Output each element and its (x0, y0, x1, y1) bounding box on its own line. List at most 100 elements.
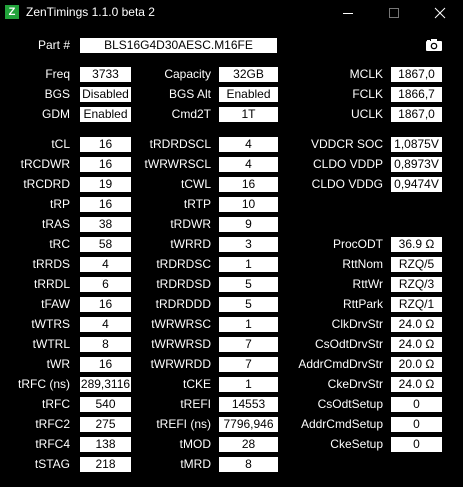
col3a-value: 0,9474V (391, 177, 442, 192)
col1-value: 58 (80, 237, 131, 252)
col3a-label: VDDCR SOC (310, 137, 383, 151)
col3b-label: CkeDrvStr (327, 377, 383, 391)
col1-label: tCL (51, 137, 70, 151)
part-number-label: Part # (37, 38, 70, 52)
col3a-value: 1,0875V (391, 137, 442, 152)
col2-label: tWRWRDD (150, 357, 211, 371)
col2-label: tCWL (181, 177, 211, 191)
col2-value: 1 (219, 257, 278, 272)
col2-value: 7 (219, 337, 278, 352)
top_right-label: FCLK (352, 87, 383, 101)
col1-value: 540 (80, 397, 131, 412)
col3b-value: RZQ/3 (391, 277, 442, 292)
top_left-label: Freq (45, 67, 70, 81)
col1-label: tRFC (42, 397, 70, 411)
app-logo-icon: Z (5, 5, 19, 19)
col2-value: 5 (219, 297, 278, 312)
col2-label: tRDRDSCL (149, 137, 211, 151)
col1-label: tWTRS (31, 317, 70, 331)
close-button[interactable] (417, 0, 463, 26)
maximize-button[interactable] (371, 0, 417, 26)
col3b-label: ProcODT (332, 237, 383, 251)
top_mid-value: 1T (219, 107, 278, 122)
col2-value: 9 (219, 217, 278, 232)
col1-label: tWTRL (32, 337, 70, 351)
col2-value: 4 (219, 137, 278, 152)
col2-value: 14553 (219, 397, 278, 412)
col1-label: tRRDS (32, 257, 70, 271)
col1-label: tFAW (41, 297, 70, 311)
col2-label: tRDRDDD (155, 297, 211, 311)
top_mid-value: Enabled (219, 87, 278, 102)
col3b-value: 0 (391, 397, 442, 412)
col3b-label: RttNom (342, 257, 383, 271)
col1-label: tRCDWR (20, 157, 70, 171)
top_right-value: 1866,7 (391, 87, 442, 102)
part-number-value: BLS16G4D30AESC.M16FE (80, 38, 277, 53)
col3b-label: AddrCmdSetup (300, 417, 383, 431)
col3b-value: 24.0 Ω (391, 317, 442, 332)
col3b-value: 24.0 Ω (391, 377, 442, 392)
col3b-label: RttPark (342, 297, 383, 311)
col2-label: tREFI (ns) (156, 417, 211, 431)
col3a-label: CLDO VDDP (312, 157, 383, 171)
col2-value: 5 (219, 277, 278, 292)
col1-value: 16 (80, 297, 131, 312)
top_left-value: Disabled (80, 87, 131, 102)
col3b-label: CsOdtDrvStr (314, 337, 383, 351)
col3a-label: CLDO VDDG (311, 177, 383, 191)
top_mid-label: Capacity (164, 67, 211, 81)
col2-label: tMRD (180, 457, 211, 471)
col2-label: tRTP (183, 197, 211, 211)
col1-label: tRFC2 (35, 417, 70, 431)
col3b-label: RttWr (352, 277, 383, 291)
col3b-value: 24.0 Ω (391, 337, 442, 352)
top_left-value: 3733 (80, 67, 131, 82)
col2-value: 7 (219, 357, 278, 372)
col2-value: 1 (219, 377, 278, 392)
title-bar: Z ZenTimings 1.1.0 beta 2 (0, 0, 463, 26)
top_right-value: 1867,0 (391, 107, 442, 122)
col2-value: 7796,946 (219, 417, 278, 432)
col2-label: tCKE (182, 377, 211, 391)
col1-label: tRAS (41, 217, 70, 231)
col2-value: 16 (219, 177, 278, 192)
maximize-icon (389, 8, 399, 18)
minimize-icon (343, 13, 353, 14)
top_left-label: GDM (42, 107, 70, 121)
col1-value: 138 (80, 437, 131, 452)
col3b-value: 0 (391, 417, 442, 432)
col1-value: 16 (80, 197, 131, 212)
col1-value: 16 (80, 157, 131, 172)
col2-label: tREFI (180, 397, 211, 411)
minimize-button[interactable] (325, 0, 371, 26)
col2-value: 3 (219, 237, 278, 252)
col1-value: 218 (80, 457, 131, 472)
close-icon (434, 7, 446, 19)
col1-label: tRCDRD (23, 177, 70, 191)
col2-label: tWRWRSCL (144, 157, 211, 171)
col1-value: 289,3116 (80, 377, 131, 392)
col3b-value: RZQ/5 (391, 257, 442, 272)
col1-value: 8 (80, 337, 131, 352)
col3b-value: RZQ/1 (391, 297, 442, 312)
col1-value: 6 (80, 277, 131, 292)
top_mid-label: BGS Alt (168, 87, 211, 101)
col2-label: tWRWRSD (151, 337, 211, 351)
col1-value: 38 (80, 217, 131, 232)
col3b-label: CsOdtSetup (317, 397, 383, 411)
col1-label: tRC (49, 237, 70, 251)
col2-value: 10 (219, 197, 278, 212)
col1-value: 4 (80, 257, 131, 272)
col1-label: tWR (46, 357, 70, 371)
col3b-label: AddrCmdDrvStr (298, 357, 383, 371)
col2-value: 4 (219, 157, 278, 172)
col3a-value: 0,8973V (391, 157, 442, 172)
top_mid-value: 32GB (219, 67, 278, 82)
col2-label: tRDRDSC (156, 257, 211, 271)
window-title: ZenTimings 1.1.0 beta 2 (26, 5, 155, 19)
camera-icon[interactable] (425, 38, 443, 52)
col2-label: tWRRD (170, 237, 211, 251)
col2-label: tRDRDSD (156, 277, 211, 291)
col2-value: 8 (219, 457, 278, 472)
